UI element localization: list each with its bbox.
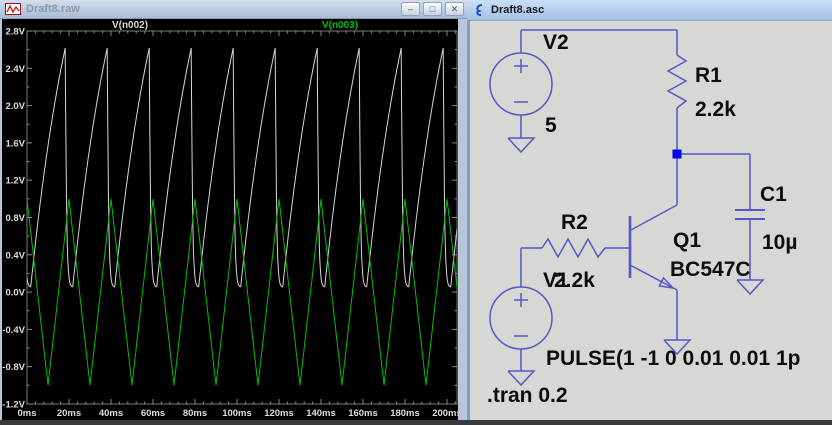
label-q1-name[interactable]: Q1 — [673, 229, 701, 252]
label-r1-name[interactable]: R1 — [695, 64, 722, 87]
x-axis-label: 200ms — [432, 408, 458, 419]
x-axis-label: 120ms — [264, 408, 294, 419]
waveform-window-title: Draft8.raw — [26, 3, 80, 15]
capacitor-c1[interactable] — [735, 209, 765, 220]
voltage-source-v1[interactable] — [489, 286, 553, 350]
label-c1-value[interactable]: 10µ — [762, 231, 797, 254]
x-axis-label: 40ms — [99, 408, 123, 419]
plot-border — [26, 30, 458, 405]
y-axis-label: 2.4V — [5, 64, 25, 75]
label-v1-value[interactable]: PULSE(1 -1 0 0.01 0.01 1p — [546, 347, 800, 370]
y-axis-label: 1.2V — [5, 176, 25, 187]
waveform-window: Draft8.raw – □ ✕ 0ms 20ms 40ms 60ms 80ms 100m… — [0, 0, 467, 420]
y-axis-label: -0.4V — [2, 325, 25, 336]
x-axis-label: 160ms — [348, 408, 378, 419]
label-v2-name[interactable]: V2 — [543, 31, 569, 54]
schematic-window-title: Draft8.asc — [491, 4, 545, 16]
desktop: { "windows": { "plot": { "title": "Draft… — [0, 0, 832, 420]
trace-V(n003)[interactable] — [27, 198, 458, 386]
close-button[interactable]: ✕ — [445, 2, 464, 16]
y-axis-label: 0.4V — [5, 250, 25, 261]
y-axis-label: -0.8V — [2, 362, 25, 373]
node-junction[interactable] — [672, 149, 682, 159]
minimize-button[interactable]: – — [401, 2, 420, 16]
ground-icon-v1[interactable] — [507, 370, 536, 387]
trace-V(n002)[interactable] — [27, 47, 458, 288]
schematic-window-titlebar[interactable]: Draft8.asc — [467, 0, 832, 21]
ground-icon-c1[interactable] — [736, 279, 765, 296]
y-axis-label: 1.6V — [5, 138, 25, 149]
resistor-r2[interactable] — [541, 237, 606, 259]
x-axis-label: 60ms — [141, 408, 165, 419]
x-axis-label: 80ms — [183, 408, 207, 419]
resistor-r1[interactable] — [666, 54, 688, 109]
label-r2-value[interactable]: 2.2k — [554, 269, 595, 292]
legend-V(n003)[interactable]: V(n003) — [322, 20, 358, 31]
label-r1-value[interactable]: 2.2k — [695, 98, 736, 121]
waveform-window-titlebar[interactable]: Draft8.raw – □ ✕ — [0, 0, 467, 19]
y-axis-label: 0.0V — [5, 288, 25, 299]
x-axis-label: 100ms — [222, 408, 252, 419]
label-q1-value[interactable]: BC547C — [670, 258, 751, 281]
x-axis-label: 20ms — [57, 408, 81, 419]
y-axis-label: 0.8V — [5, 213, 25, 224]
voltage-source-v2[interactable] — [489, 52, 553, 116]
plus-minus-icon — [514, 59, 528, 103]
y-axis-label: 2.8V — [5, 27, 25, 38]
ltspice-app-icon — [476, 4, 483, 16]
schematic-window: Draft8.asc V2 5 R1 2.2k C1 10µ Q1 BC547C… — [467, 0, 832, 420]
y-axis-label: 2.0V — [5, 101, 25, 112]
label-r2-name[interactable]: R2 — [561, 211, 588, 234]
window-left-border — [467, 20, 470, 420]
schematic-canvas[interactable]: V2 5 R1 2.2k C1 10µ Q1 BC547C R2 V1 2.2k… — [467, 20, 832, 420]
y-axis-label: -1.2V — [2, 400, 25, 411]
legend-V(n002)[interactable]: V(n002) — [112, 20, 148, 31]
maximize-button[interactable]: □ — [423, 2, 442, 16]
x-axis-label: 140ms — [306, 408, 336, 419]
x-axis-label: 180ms — [390, 408, 420, 419]
waveform-plot-area[interactable]: 0ms 20ms 40ms 60ms 80ms 100ms 120ms 140ms 160ms 1… — [2, 19, 462, 420]
plus-minus-icon — [514, 293, 528, 337]
label-c1-name[interactable]: C1 — [760, 183, 787, 206]
waveform-file-icon — [5, 3, 21, 15]
label-v2-value[interactable]: 5 — [545, 114, 557, 137]
waveform-plot-canvas[interactable]: 0ms 20ms 40ms 60ms 80ms 100ms 120ms 140ms 160ms 1… — [2, 19, 462, 420]
ground-icon-v2[interactable] — [507, 137, 536, 154]
label-spice-directive[interactable]: .tran 0.2 — [487, 384, 568, 407]
